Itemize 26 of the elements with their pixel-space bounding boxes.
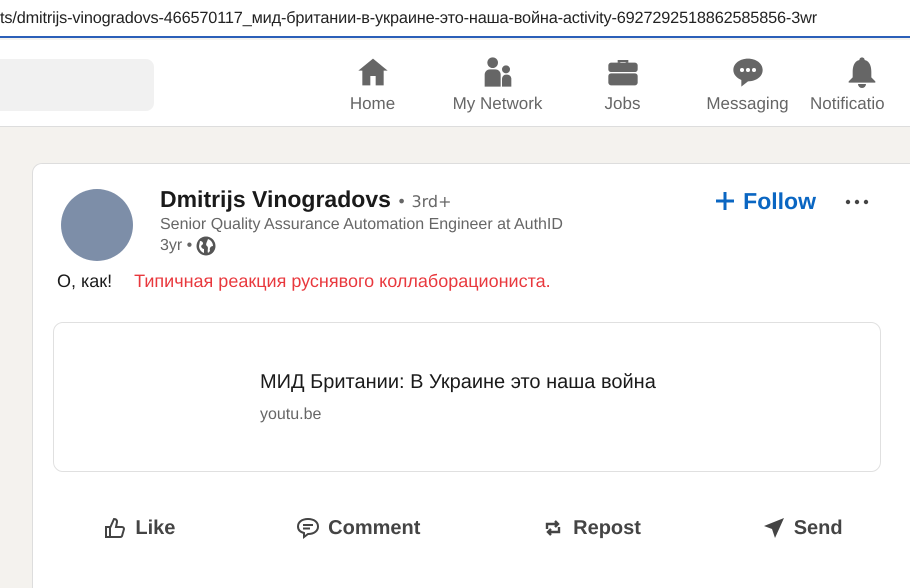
post-text: О, как! — [57, 271, 112, 292]
repost-button[interactable]: Repost — [533, 510, 649, 546]
author-name[interactable]: Dmitrijs Vinogradovs — [160, 186, 391, 213]
annotation-text: Типичная реакция руснявого коллаборациониста. — [134, 271, 551, 292]
nav-item[interactable]: Jobs — [560, 40, 685, 126]
nav-item[interactable]: Home — [310, 40, 435, 126]
more-options-icon[interactable] — [844, 198, 870, 206]
comment-button[interactable]: Comment — [288, 510, 428, 546]
globe-icon — [196, 236, 216, 256]
connection-degree: • 3rd+ — [396, 192, 452, 211]
thumbs-up-icon — [103, 516, 128, 540]
plus-icon — [715, 191, 736, 211]
like-button[interactable]: Like — [95, 510, 184, 546]
nav-item[interactable]: Notificatio — [810, 40, 910, 126]
comment-icon — [296, 516, 320, 540]
send-icon — [762, 516, 786, 540]
send-button[interactable]: Send — [754, 510, 851, 546]
link-domain: youtu.be — [260, 406, 322, 424]
chat-bubble-icon — [730, 56, 764, 88]
follow-button[interactable]: Follow — [715, 186, 816, 216]
link-preview[interactable]: МИД Британии: В Украине это наша война youtu.be — [53, 322, 881, 472]
link-title: МИД Британии: В Украине это наша война — [260, 370, 657, 394]
author-headline: Senior Quality Assurance Automation Engineer at AuthID — [160, 216, 564, 234]
nav-item[interactable]: My Network — [435, 40, 560, 126]
nav-item[interactable]: Messaging — [685, 40, 810, 126]
post-time: 3yr • — [160, 237, 192, 255]
